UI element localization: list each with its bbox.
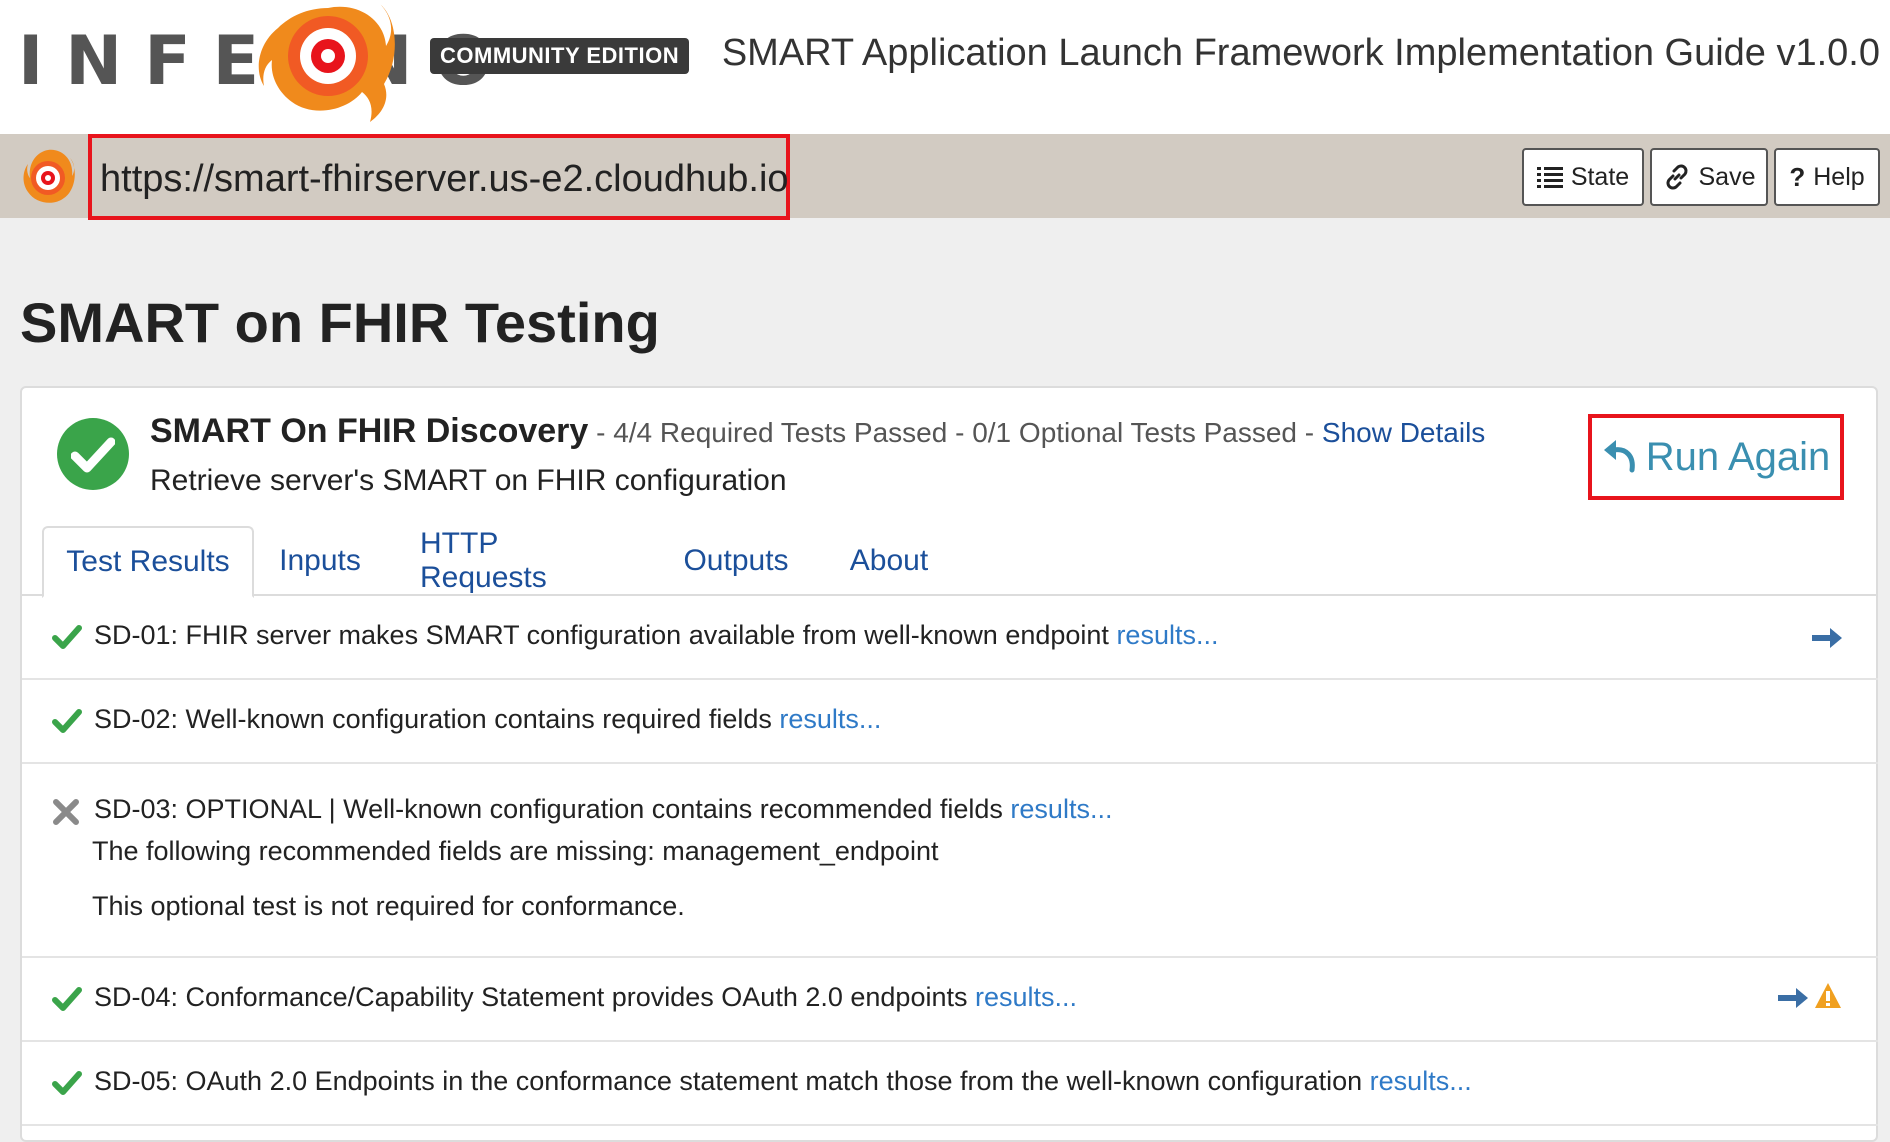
inferno-small-logo-icon xyxy=(23,149,75,203)
test-title: SD-04: Conformance/Capability Statement … xyxy=(94,982,1078,1012)
pass-check-icon xyxy=(52,987,82,1011)
server-url: https://smart-fhirserver.us-e2.cloudhub.… xyxy=(100,158,789,200)
test-message: The following recommended fields are mis… xyxy=(92,836,939,866)
link-icon xyxy=(1666,164,1687,190)
community-edition-badge: COMMUNITY EDITION xyxy=(430,38,690,74)
test-row[interactable]: SD-02: Well-known configuration contains… xyxy=(22,680,1878,764)
save-button[interactable]: Save xyxy=(1650,148,1768,206)
suite-pass-status xyxy=(57,418,129,490)
warning-icon[interactable] xyxy=(1814,982,1842,1010)
list-icon xyxy=(1536,167,1563,188)
test-row[interactable]: SD-05: OAuth 2.0 Endpoints in the confor… xyxy=(22,1042,1878,1126)
show-details-link[interactable]: Show Details xyxy=(1322,417,1485,448)
results-link[interactable]: results... xyxy=(975,982,1077,1012)
server-url-highlight: https://smart-fhirserver.us-e2.cloudhub.… xyxy=(88,134,790,220)
help-button-label: Help xyxy=(1813,162,1865,191)
tab-inputs[interactable]: Inputs xyxy=(270,526,370,596)
test-row[interactable]: SD-03: OPTIONAL | Well-known configurati… xyxy=(22,764,1878,958)
suite-heading: SMART On FHIR Discovery - 4/4 Required T… xyxy=(150,412,1485,451)
pass-check-icon xyxy=(52,625,82,649)
save-button-label: Save xyxy=(1698,162,1756,191)
run-again-button[interactable]: Run Again xyxy=(1588,414,1844,500)
tab-http-requests[interactable]: HTTP Requests xyxy=(420,526,628,596)
question-icon: ? xyxy=(1789,161,1806,192)
tab-outputs[interactable]: Outputs xyxy=(674,526,798,596)
results-link[interactable]: results... xyxy=(779,704,881,734)
state-button-label: State xyxy=(1570,162,1630,191)
page-title: SMART on FHIR Testing xyxy=(20,291,660,354)
suite-title: SMART On FHIR Discovery xyxy=(150,412,589,450)
state-button[interactable]: State xyxy=(1522,148,1644,206)
test-note: This optional test is not required for c… xyxy=(92,891,685,921)
test-row[interactable]: SD-04: Conformance/Capability Statement … xyxy=(22,958,1878,1042)
implementation-guide-title: SMART Application Launch Framework Imple… xyxy=(721,32,1880,74)
check-icon xyxy=(71,437,115,473)
tab-test-results[interactable]: Test Results xyxy=(42,526,254,598)
tab-about[interactable]: About xyxy=(840,526,938,596)
skip-x-icon xyxy=(53,799,79,825)
top-header: INFERNO COMMUNITY EDITION SMART Applicat… xyxy=(0,0,1890,134)
help-button[interactable]: ? Help xyxy=(1774,148,1880,206)
results-link[interactable]: results... xyxy=(1116,620,1218,650)
inferno-flame-icon xyxy=(258,4,395,122)
results-link[interactable]: results... xyxy=(1010,794,1112,824)
arrow-right-icon[interactable] xyxy=(1812,626,1844,650)
pass-check-icon xyxy=(52,1071,82,1095)
test-row[interactable]: SD-01: FHIR server makes SMART configura… xyxy=(22,596,1878,680)
test-suite-card: SMART On FHIR Discovery - 4/4 Required T… xyxy=(20,386,1878,1142)
undo-arrow-icon xyxy=(1603,440,1635,473)
server-url-bar: https://smart-fhirserver.us-e2.cloudhub.… xyxy=(0,134,1890,220)
run-again-label: Run Again xyxy=(1645,434,1831,479)
suite-summary: - 4/4 Required Tests Passed - 0/1 Option… xyxy=(588,417,1322,448)
test-title: SD-01: FHIR server makes SMART configura… xyxy=(94,620,1219,650)
test-title: SD-03: OPTIONAL | Well-known configurati… xyxy=(94,794,1113,824)
test-title: SD-02: Well-known configuration contains… xyxy=(94,704,882,734)
pass-check-icon xyxy=(52,709,82,733)
suite-description: Retrieve server's SMART on FHIR configur… xyxy=(150,464,787,497)
suite-tabs: Test Results Inputs HTTP Requests Output… xyxy=(22,526,1878,598)
test-title: SD-05: OAuth 2.0 Endpoints in the confor… xyxy=(94,1066,1472,1096)
arrow-right-icon[interactable] xyxy=(1778,986,1810,1010)
results-link[interactable]: results... xyxy=(1370,1066,1472,1096)
